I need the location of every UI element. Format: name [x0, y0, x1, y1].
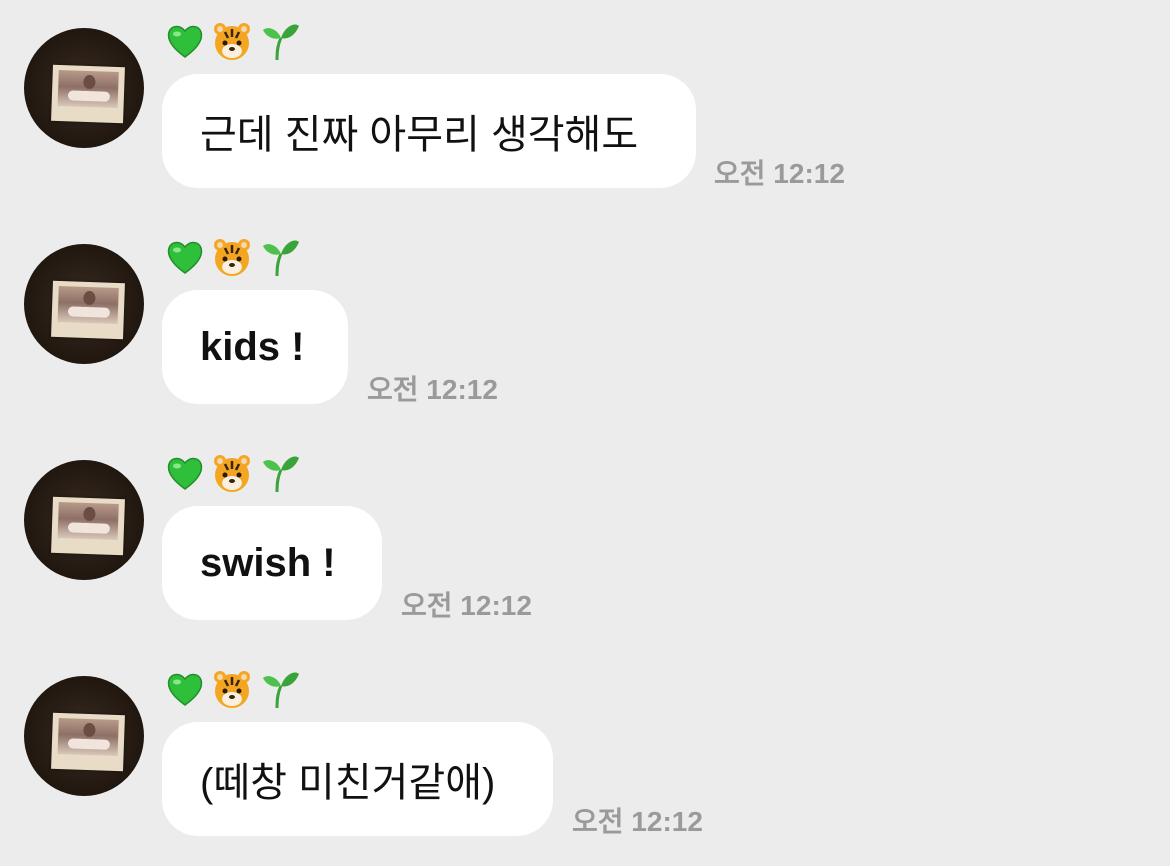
message-bubble[interactable]: swish ! — [162, 506, 382, 620]
polaroid-image — [51, 280, 125, 340]
sender-name[interactable] — [165, 450, 307, 494]
seedling-icon — [263, 24, 299, 61]
message-text: swish ! — [200, 540, 336, 585]
sender-avatar[interactable] — [24, 460, 144, 580]
tiger-face-icon — [214, 23, 250, 60]
seedling-icon — [263, 240, 299, 277]
tiger-face-icon — [214, 455, 250, 492]
message-bubble[interactable]: kids ! — [162, 290, 348, 404]
message-row: 근데 진짜 아무리 생각해도 오전 12:12 — [0, 0, 1170, 216]
message-timestamp: 오전 12:12 — [572, 806, 703, 837]
sender-name[interactable] — [165, 18, 307, 62]
message-timestamp: 오전 12:12 — [401, 590, 532, 621]
message-row: kids ! 오전 12:12 — [0, 216, 1170, 432]
message-row: swish ! 오전 12:12 — [0, 432, 1170, 648]
green-heart-icon — [167, 25, 203, 58]
message-bubble[interactable]: (떼창 미친거같애) — [162, 722, 553, 836]
sender-name[interactable] — [165, 234, 307, 278]
green-heart-icon — [167, 673, 203, 706]
message-bubble[interactable]: 근데 진짜 아무리 생각해도 — [162, 74, 696, 188]
polaroid-image — [51, 64, 125, 124]
sender-name[interactable] — [165, 666, 307, 710]
seedling-icon — [263, 672, 299, 709]
green-heart-icon — [167, 457, 203, 490]
message-text: (떼창 미친거같애) — [200, 761, 496, 805]
polaroid-image — [51, 712, 125, 772]
green-heart-icon — [167, 241, 203, 274]
message-text: kids ! — [200, 324, 305, 369]
tiger-face-icon — [214, 239, 250, 276]
message-timestamp: 오전 12:12 — [714, 158, 845, 189]
message-row: (떼창 미친거같애) 오전 12:12 — [0, 648, 1170, 864]
seedling-icon — [263, 456, 299, 493]
tiger-face-icon — [214, 671, 250, 708]
message-text: 근데 진짜 아무리 생각해도 — [200, 113, 639, 157]
polaroid-image — [51, 496, 125, 556]
sender-avatar[interactable] — [24, 676, 144, 796]
sender-avatar[interactable] — [24, 28, 144, 148]
message-timestamp: 오전 12:12 — [367, 374, 498, 405]
sender-avatar[interactable] — [24, 244, 144, 364]
